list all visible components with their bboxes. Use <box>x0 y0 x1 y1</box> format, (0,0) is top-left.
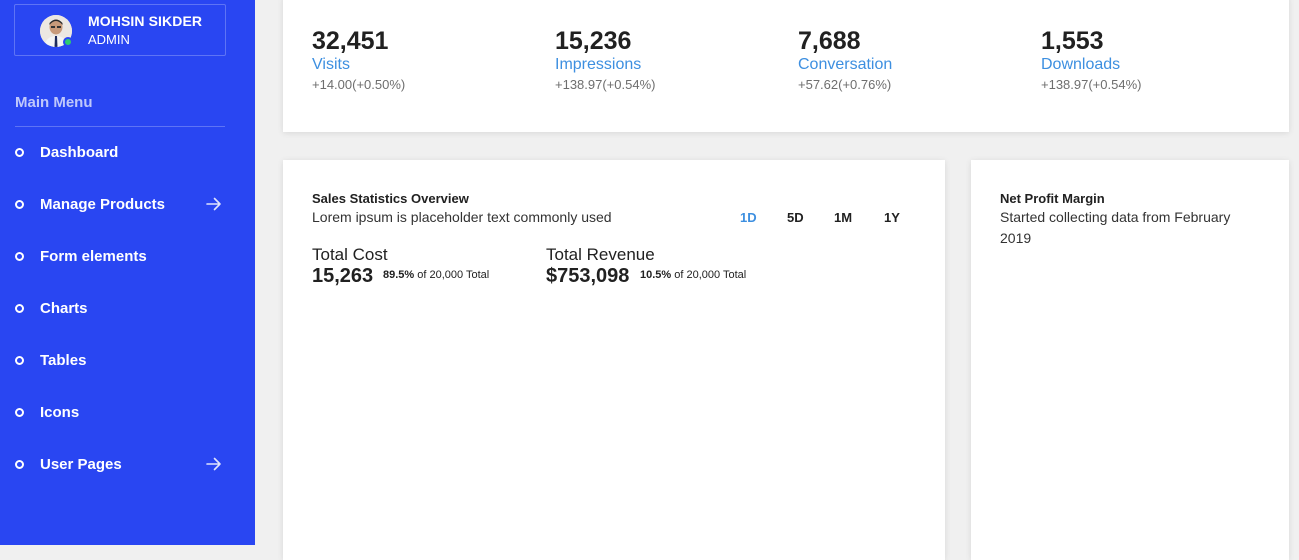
stat-value: 32,451 <box>312 27 389 55</box>
net-profit-margin-card: Net Profit Margin Started collecting dat… <box>971 160 1289 560</box>
sidebar-item-label: Charts <box>40 300 88 317</box>
range-1d-button[interactable]: 1D <box>740 210 757 225</box>
stat-value: 15,236 <box>555 27 632 55</box>
stat-downloads: 1,553 Downloads +138.97(+0.54%) <box>1041 26 1141 94</box>
sidebar: MOHSIN SIKDER ADMIN Main Menu Dashboard … <box>0 0 255 545</box>
stat-label: Impressions <box>555 56 642 73</box>
sidebar-item-label: User Pages <box>40 456 122 473</box>
sidebar-item-label: Tables <box>40 352 87 369</box>
circle-bullet-icon <box>15 356 24 365</box>
stat-change: +57.62(+0.76%) <box>798 77 892 92</box>
sidebar-item-label: Icons <box>40 404 80 421</box>
sidebar-item-manage-products[interactable]: Manage Products <box>0 185 255 225</box>
total-revenue-note: 10.5% of 20,000 Total <box>640 269 746 281</box>
stat-label: Conversation <box>798 56 893 73</box>
stat-change: +138.97(+0.54%) <box>555 77 656 92</box>
range-1y-button[interactable]: 1Y <box>884 210 900 225</box>
stat-value: 1,553 <box>1041 27 1104 55</box>
total-cost-label: Total Cost <box>312 245 388 264</box>
arrow-right-icon <box>206 457 221 471</box>
sidebar-item-label: Manage Products <box>40 196 166 213</box>
circle-bullet-icon <box>15 460 24 469</box>
sales-statistics-card: Sales Statistics Overview Lorem ipsum is… <box>283 160 945 560</box>
sidebar-item-label: Dashboard <box>40 144 119 161</box>
stat-visits: 32,451 Visits +14.00(+0.50%) <box>312 26 405 94</box>
range-1m-button[interactable]: 1M <box>834 210 852 225</box>
profile-card[interactable]: MOHSIN SIKDER ADMIN <box>14 4 226 56</box>
circle-bullet-icon <box>15 252 24 261</box>
total-revenue-label: Total Revenue <box>546 245 655 264</box>
profile-role: ADMIN <box>88 32 130 47</box>
card-subtitle: Lorem ipsum is placeholder text commonly… <box>312 209 612 225</box>
total-revenue-percent: 10.5% <box>640 269 672 281</box>
circle-bullet-icon <box>15 148 24 157</box>
circle-bullet-icon <box>15 408 24 417</box>
sidebar-item-tables[interactable]: Tables <box>0 341 255 381</box>
card-title: Sales Statistics Overview <box>312 191 469 206</box>
circle-bullet-icon <box>15 304 24 313</box>
card-subtitle-line1: Started collecting data from February <box>1000 209 1231 225</box>
sidebar-item-user-pages[interactable]: User Pages <box>0 445 255 485</box>
total-cost-note-text: of 20,000 Total <box>417 269 490 281</box>
sidebar-item-label: Form elements <box>40 248 147 265</box>
total-cost-note: 89.5% of 20,000 Total <box>383 269 489 281</box>
stats-card: 32,451 Visits +14.00(+0.50%) 15,236 Impr… <box>283 0 1289 132</box>
stat-impressions: 15,236 Impressions +138.97(+0.54%) <box>555 26 655 94</box>
circle-bullet-icon <box>15 200 24 209</box>
range-5d-button[interactable]: 5D <box>787 210 804 225</box>
stat-label: Downloads <box>1041 56 1121 73</box>
stat-conversation: 7,688 Conversation +57.62(+0.76%) <box>798 26 892 94</box>
menu-divider <box>15 126 225 127</box>
stat-value: 7,688 <box>798 27 861 55</box>
total-revenue-value: $753,098 <box>546 265 630 287</box>
total-revenue-note-text: of 20,000 Total <box>674 269 747 281</box>
stat-change: +138.97(+0.54%) <box>1041 77 1142 92</box>
stat-label: Visits <box>312 56 350 73</box>
sidebar-item-form-elements[interactable]: Form elements <box>0 237 255 277</box>
main-menu-heading: Main Menu <box>15 94 93 111</box>
sidebar-item-charts[interactable]: Charts <box>0 289 255 329</box>
sidebar-item-dashboard[interactable]: Dashboard <box>0 133 255 173</box>
card-title: Net Profit Margin <box>1000 191 1105 206</box>
profile-name: MOHSIN SIKDER <box>88 13 203 29</box>
total-cost-value: 15,263 <box>312 265 374 287</box>
arrow-right-icon <box>206 197 221 211</box>
stat-change: +14.00(+0.50%) <box>312 77 406 92</box>
total-cost-percent: 89.5% <box>383 269 415 281</box>
online-status-dot <box>63 37 73 47</box>
sidebar-item-icons[interactable]: Icons <box>0 393 255 433</box>
card-subtitle-line2: 2019 <box>1000 230 1032 246</box>
